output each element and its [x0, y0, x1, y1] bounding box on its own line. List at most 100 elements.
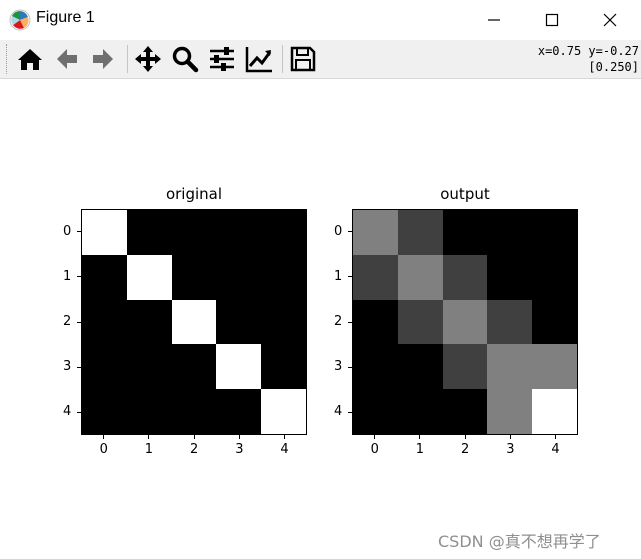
heatmap-original[interactable] — [81, 209, 307, 435]
heatmap-cell — [487, 210, 533, 255]
x-tick-mark — [148, 435, 150, 439]
y-tick-mark — [348, 321, 352, 323]
heatmap-cell — [126, 210, 172, 255]
heatmap-cell — [171, 389, 217, 434]
heatmap-cell — [82, 299, 127, 345]
csdn-watermark: CSDN @真不想再学了 — [438, 532, 601, 551]
heatmap-cell — [397, 344, 443, 390]
heatmap-cell — [126, 254, 172, 300]
heatmap-cell — [353, 344, 398, 390]
heatmap-cell — [216, 254, 262, 300]
x-tick-mark — [238, 435, 240, 439]
arrow-right-icon — [93, 49, 113, 69]
heatmap-cell — [397, 299, 443, 345]
heatmap-cell — [442, 299, 488, 345]
home-icon — [18, 49, 42, 70]
pan-button[interactable] — [132, 43, 164, 75]
y-tick-mark — [77, 231, 81, 233]
toolbar-separator — [282, 45, 283, 73]
heatmap-cell — [216, 210, 262, 255]
y-tick-label: 1 — [334, 268, 343, 284]
y-tick-label: 0 — [334, 223, 343, 239]
x-tick-mark — [374, 435, 376, 439]
x-tick-mark — [103, 435, 105, 439]
heatmap-output[interactable] — [352, 209, 578, 435]
y-tick-mark — [77, 411, 81, 413]
heatmap-cell — [261, 389, 306, 434]
heatmap-cell — [171, 254, 217, 300]
y-tick-mark — [77, 366, 81, 368]
maximize-button[interactable] — [529, 0, 575, 40]
heatmap-cell — [397, 210, 443, 255]
y-tick-mark — [348, 276, 352, 278]
heatmap-cell — [126, 299, 172, 345]
heatmap-cell — [353, 210, 398, 255]
heatmap-cell — [171, 344, 217, 390]
heatmap-cell — [171, 299, 217, 345]
toolbar-grip[interactable] — [6, 44, 9, 74]
y-tick-label: 4 — [334, 404, 343, 420]
coords-xy: x=0.75 y=-0.27 — [537, 44, 639, 58]
heatmap-cell — [397, 254, 443, 300]
zoom-button[interactable] — [169, 43, 201, 75]
x-tick-label: 2 — [190, 442, 199, 457]
heatmap-cell — [126, 344, 172, 390]
heatmap-cell — [261, 210, 306, 255]
y-tick-label: 3 — [63, 359, 72, 375]
heatmap-cell — [487, 254, 533, 300]
configure-subplots-button[interactable] — [206, 43, 238, 75]
x-tick-label: 1 — [144, 442, 154, 457]
heatmap-cell — [532, 344, 577, 390]
heatmap-cell — [82, 210, 127, 255]
title-bar: Figure 1 — [0, 0, 641, 40]
heatmap-cell — [487, 344, 533, 390]
close-button[interactable] — [587, 0, 633, 40]
heatmap-cell — [353, 389, 398, 434]
magnifier-icon — [172, 46, 199, 73]
close-icon — [603, 13, 617, 27]
subplot-title-original: original — [165, 185, 223, 203]
x-tick-label: 0 — [370, 442, 379, 457]
heatmap-cell — [171, 210, 217, 255]
y-tick-mark — [348, 411, 352, 413]
heatmap-cell — [487, 389, 533, 434]
home-button[interactable] — [14, 43, 46, 75]
heatmap-cell — [532, 210, 577, 255]
heatmap-cell — [442, 254, 488, 300]
window-title: Figure 1 — [36, 9, 95, 26]
save-button[interactable] — [287, 43, 319, 75]
y-tick-mark — [77, 276, 81, 278]
figure-canvas[interactable]: original 0 1 2 3 4 0 1 2 3 4 output 0 1 2 3 4 0 1 2 3 4 — [0, 79, 641, 559]
x-tick-mark — [554, 435, 556, 439]
heatmap-cell — [532, 299, 577, 345]
heatmap-cell — [442, 389, 488, 434]
heatmap-cell — [397, 389, 443, 434]
back-button[interactable] — [51, 43, 83, 75]
heatmap-cell — [261, 254, 306, 300]
y-tick-label: 0 — [63, 223, 72, 239]
edit-axis-button[interactable] — [243, 43, 275, 75]
floppy-disk-icon — [290, 46, 316, 72]
arrow-left-icon — [57, 49, 77, 69]
x-tick-label: 3 — [235, 442, 244, 457]
heatmap-cell — [216, 299, 262, 345]
forward-button[interactable] — [87, 43, 119, 75]
heatmap-cell — [532, 254, 577, 300]
y-tick-label: 2 — [334, 314, 343, 329]
y-tick-label: 1 — [63, 268, 72, 284]
heatmap-cell — [216, 344, 262, 390]
toolbar-separator — [127, 45, 128, 73]
minimize-button[interactable] — [471, 0, 517, 40]
heatmap-cell — [261, 344, 306, 390]
x-tick-label: 4 — [551, 442, 560, 457]
x-tick-label: 3 — [506, 442, 515, 457]
x-tick-mark — [464, 435, 466, 439]
minimize-icon — [488, 19, 500, 21]
x-tick-label: 4 — [280, 442, 289, 457]
line-chart-icon — [245, 47, 272, 73]
x-tick-mark — [193, 435, 195, 439]
cursor-coordinates-readout: x=0.75 y=-0.27 [0.250] — [538, 43, 639, 75]
heatmap-cell — [82, 344, 127, 390]
y-tick-label: 2 — [63, 314, 72, 329]
y-tick-label: 3 — [334, 359, 343, 375]
